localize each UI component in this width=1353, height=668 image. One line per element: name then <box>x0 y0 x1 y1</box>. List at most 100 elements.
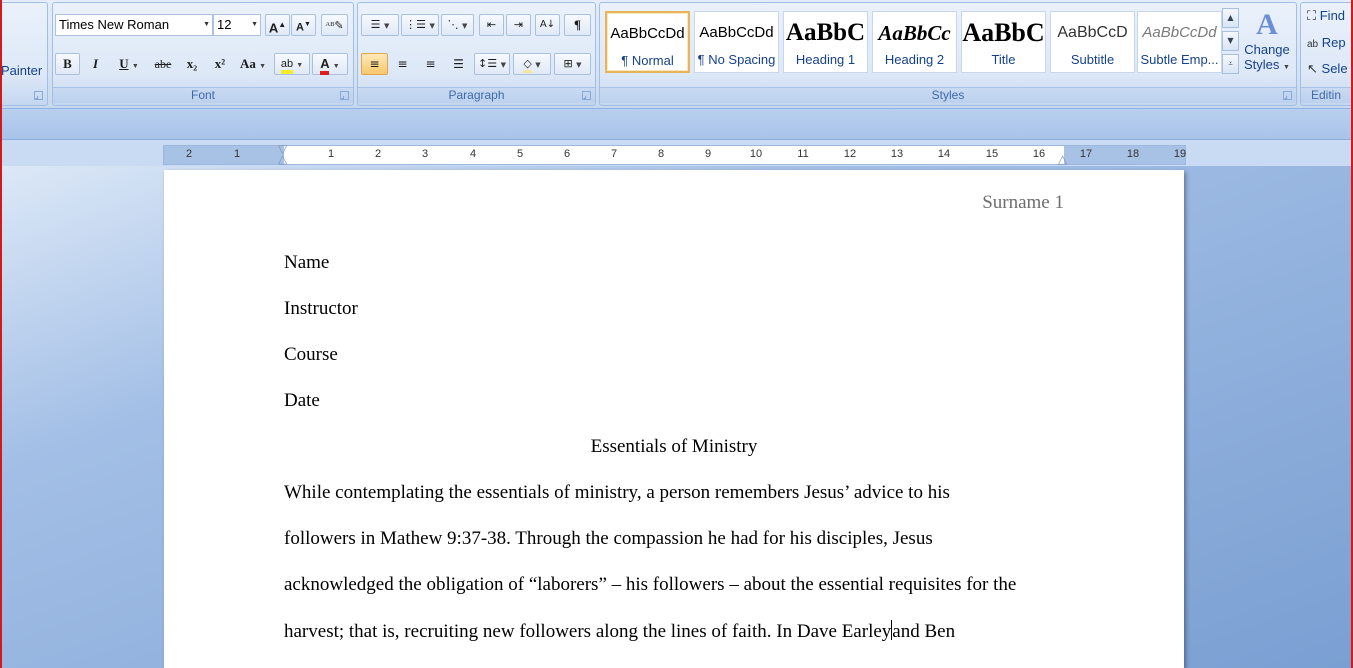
shading-button[interactable]: ◇ ▼ <box>513 53 551 75</box>
clipboard-launcher-icon[interactable]: ⌟ <box>34 91 43 100</box>
body-line: acknowledged the obligation of “laborers… <box>284 574 1017 595</box>
bold-button[interactable]: B <box>55 53 80 75</box>
style-subtitle[interactable]: AaBbCcD Subtitle <box>1050 11 1135 73</box>
chevron-down-icon: ▼ <box>383 22 390 30</box>
ruler-number: 19 <box>1173 148 1187 160</box>
multilevel-list-button[interactable]: ⋱ ▼ <box>441 14 474 36</box>
paragraph-launcher-icon[interactable]: ⌟ <box>582 91 591 100</box>
styles-scroll-down-button[interactable]: ▼ <box>1222 31 1239 51</box>
change-styles-button[interactable]: A Change Styles ▼ <box>1241 8 1293 84</box>
font-size-combo[interactable]: 12 ▼ <box>213 14 261 36</box>
horizontal-ruler[interactable]: 2 1 1 2 3 4 5 6 7 8 9 10 11 12 13 14 15 … <box>163 143 1187 165</box>
change-styles-label-line: Styles <box>1244 57 1280 72</box>
ruler-number: 2 <box>185 148 193 160</box>
align-left-icon: ≡ <box>369 57 380 71</box>
chevron-down-icon: ▼ <box>131 62 139 70</box>
ruler-number: 8 <box>657 148 665 160</box>
document-page[interactable]: Surname 1 Name Instructor Course Date Es… <box>164 170 1184 668</box>
grow-font-icon: A <box>268 20 279 36</box>
justify-button[interactable]: ☰ <box>445 53 472 75</box>
style-preview: AaBbCc <box>878 21 951 45</box>
ruler-number: 12 <box>843 148 857 160</box>
justify-icon: ☰ <box>453 57 464 71</box>
align-right-icon: ≡ <box>425 57 436 71</box>
editing-group-label: Editin <box>1301 87 1353 103</box>
align-left-button[interactable]: ≡ <box>361 53 388 75</box>
strikethrough-button[interactable]: abe <box>149 53 177 75</box>
borders-button[interactable]: ⊞ ▼ <box>554 53 591 75</box>
clipboard-group: Painter ⌟ <box>0 2 48 106</box>
show-hide-button[interactable]: ¶ <box>564 14 591 36</box>
font-name-combo[interactable]: Times New Roman ▼ <box>55 14 213 36</box>
font-name-value: Times New Roman <box>59 17 170 32</box>
sort-button[interactable]: A↓ <box>535 14 560 36</box>
select-button[interactable]: ↖ Sele <box>1307 61 1348 77</box>
ruler-number: 15 <box>985 148 999 160</box>
paragraph-group-label: Paragraph <box>358 87 595 103</box>
style-preview: AaBbCcDd <box>699 24 774 41</box>
style-normal[interactable]: AaBbCcDd ¶ Normal <box>605 11 690 73</box>
styles-more-button[interactable]: ⩡ <box>1222 54 1239 74</box>
chevron-down-icon: ▼ <box>332 63 340 70</box>
style-no-spacing[interactable]: AaBbCcDd ¶ No Spacing <box>694 11 779 73</box>
superscript-button[interactable]: x² <box>207 53 233 75</box>
style-heading-1[interactable]: AaBbC Heading 1 <box>783 11 868 73</box>
highlight-button[interactable]: ab ▼ <box>274 53 310 75</box>
font-color-button[interactable]: A ▼ <box>312 53 348 75</box>
body-line: While contemplating the essentials of mi… <box>284 482 950 503</box>
highlighter-icon: ab <box>280 58 294 74</box>
style-preview: AaBbCcDd <box>610 25 685 42</box>
font-launcher-icon[interactable]: ⌟ <box>340 91 349 100</box>
page-header: Surname 1 <box>982 192 1064 213</box>
select-label: Sele <box>1321 61 1348 76</box>
more-icon: ⩡ <box>1228 59 1233 68</box>
style-heading-2[interactable]: AaBbCc Heading 2 <box>872 11 957 73</box>
editing-group: ⛶ Find ab Rep ↖ Sele Editin <box>1300 2 1353 106</box>
replace-label: Rep <box>1321 35 1346 50</box>
numbering-button[interactable]: ⋮☰ ▼ <box>401 14 439 36</box>
styles-scroll-up-button[interactable]: ▲ <box>1222 8 1239 28</box>
align-center-button[interactable]: ≡ <box>389 53 416 75</box>
styles-launcher-icon[interactable]: ⌟ <box>1283 91 1292 100</box>
chevron-down-icon: ▼ <box>462 22 468 30</box>
ruler-number: 7 <box>610 148 618 160</box>
format-painter-label[interactable]: Painter <box>1 63 42 78</box>
italic-button[interactable]: I <box>83 53 108 75</box>
align-center-icon: ≡ <box>397 57 408 71</box>
cursor-icon: ↖ <box>1307 61 1318 76</box>
paint-bucket-icon: ◇ <box>523 57 532 73</box>
bullets-icon: ☰ <box>370 18 381 31</box>
hanging-indent-marker[interactable]: △ <box>278 153 287 165</box>
clear-formatting-button[interactable]: ᴬᴮ✎ <box>321 14 348 36</box>
chevron-down-icon: ▼ <box>251 21 258 28</box>
grow-font-button[interactable]: A▲ <box>265 14 290 36</box>
replace-button[interactable]: ab Rep <box>1307 35 1346 50</box>
style-title[interactable]: AaBbC Title <box>961 11 1046 73</box>
chevron-down-icon: ▼ <box>1227 36 1234 45</box>
font-size-value: 12 <box>217 17 232 32</box>
bullets-button[interactable]: ☰ ▼ <box>361 14 399 36</box>
shrink-font-button[interactable]: A▼ <box>291 14 316 36</box>
change-styles-label: Change <box>1244 42 1290 57</box>
find-button[interactable]: ⛶ Find <box>1307 8 1345 24</box>
heading-line-date: Date <box>284 390 320 411</box>
increase-indent-button[interactable]: ⇥ <box>506 14 531 36</box>
underline-button[interactable]: U ▼ <box>111 53 147 75</box>
replace-icon: ab <box>1307 39 1319 50</box>
style-name: Heading 2 <box>884 52 945 67</box>
change-case-button[interactable]: Aa ▼ <box>235 53 271 75</box>
ruler-number: 14 <box>937 148 951 160</box>
line-spacing-icon: ↕☰ <box>478 57 498 70</box>
multilevel-list-icon: ⋱ <box>447 18 459 31</box>
ruler-number: 4 <box>469 148 477 160</box>
chevron-down-icon: ▼ <box>429 22 435 30</box>
align-right-button[interactable]: ≡ <box>417 53 444 75</box>
style-preview: AaBbC <box>785 19 866 46</box>
window-border-left <box>0 0 2 668</box>
right-indent-marker[interactable]: △ <box>1058 153 1067 165</box>
strikethrough-icon: abe <box>154 57 172 71</box>
decrease-indent-button[interactable]: ⇤ <box>479 14 504 36</box>
line-spacing-button[interactable]: ↕☰ ▼ <box>474 53 510 75</box>
subscript-button[interactable]: x₂ <box>179 53 205 75</box>
style-subtle-emphasis[interactable]: AaBbCcDd Subtle Emp... <box>1137 11 1222 73</box>
